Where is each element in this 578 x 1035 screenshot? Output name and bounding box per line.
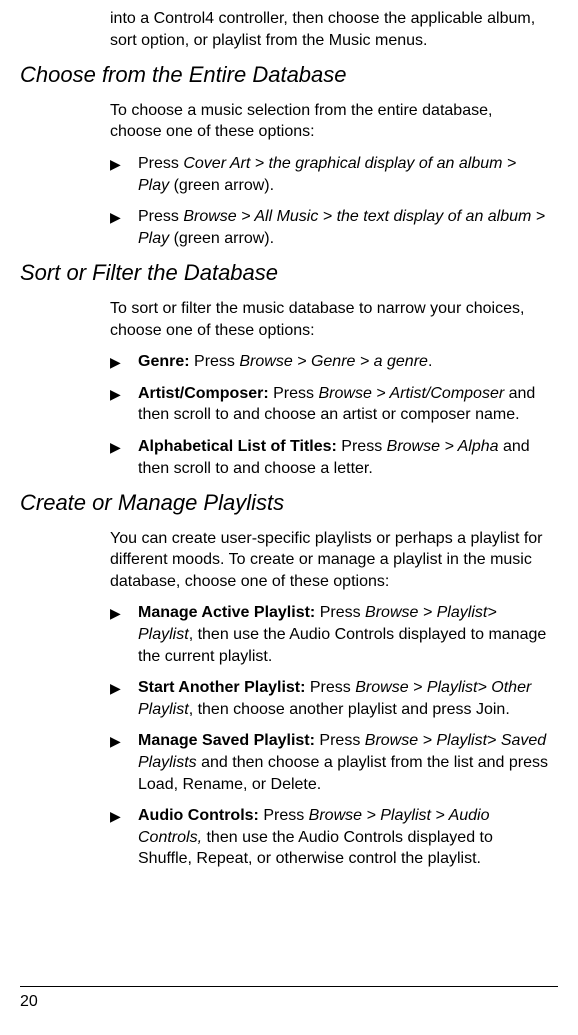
- list-item-body: Press Cover Art > the graphical display …: [138, 153, 548, 196]
- text-pre: Press: [190, 353, 240, 370]
- list-item-body: Genre: Press Browse > Genre > a genre.: [138, 351, 548, 373]
- lead-choose-database: To choose a music selection from the ent…: [110, 100, 548, 143]
- triangle-bullet-icon: ▶: [110, 436, 138, 458]
- text-post: , then choose another playlist and press…: [189, 701, 510, 718]
- page-footer: 20: [0, 986, 578, 1011]
- list-item-body: Audio Controls: Press Browse > Playlist …: [138, 805, 548, 870]
- menu-path: Browse > Genre > a genre: [239, 353, 428, 370]
- text-pre: Press: [315, 604, 365, 621]
- text-pre: Press: [138, 155, 183, 172]
- text-post: (green arrow).: [169, 230, 274, 247]
- heading-sort-filter: Sort or Filter the Database: [20, 259, 558, 288]
- triangle-bullet-icon: ▶: [110, 383, 138, 405]
- text-pre: Press: [269, 385, 319, 402]
- menu-path: Browse > Artist/Composer: [318, 385, 504, 402]
- item-label: Alphabetical List of Titles:: [138, 438, 337, 455]
- text-post: (green arrow).: [169, 177, 274, 194]
- list-item-body: Artist/Composer: Press Browse > Artist/C…: [138, 383, 548, 426]
- triangle-bullet-icon: ▶: [110, 805, 138, 827]
- list-item: ▶ Artist/Composer: Press Browse > Artist…: [110, 383, 548, 426]
- list-item: ▶ Alphabetical List of Titles: Press Bro…: [110, 436, 548, 479]
- triangle-bullet-icon: ▶: [110, 677, 138, 699]
- list-item: ▶ Manage Saved Playlist: Press Browse > …: [110, 730, 548, 795]
- list-item: ▶ Audio Controls: Press Browse > Playlis…: [110, 805, 548, 870]
- list-item-body: Start Another Playlist: Press Browse > P…: [138, 677, 548, 720]
- text-pre: Press: [138, 208, 183, 225]
- triangle-bullet-icon: ▶: [110, 602, 138, 624]
- text-pre: Press: [259, 807, 309, 824]
- list-item-body: Manage Saved Playlist: Press Browse > Pl…: [138, 730, 548, 795]
- text-post: and then choose a playlist from the list…: [138, 754, 548, 793]
- item-label: Manage Active Playlist:: [138, 604, 315, 621]
- list-item: ▶ Start Another Playlist: Press Browse >…: [110, 677, 548, 720]
- list-item-body: Manage Active Playlist: Press Browse > P…: [138, 602, 548, 667]
- list-item-body: Alphabetical List of Titles: Press Brows…: [138, 436, 548, 479]
- list-choose-database: ▶ Press Cover Art > the graphical displa…: [110, 153, 548, 249]
- item-label: Start Another Playlist:: [138, 679, 305, 696]
- item-label: Manage Saved Playlist:: [138, 732, 315, 749]
- menu-path: Browse > Alpha: [387, 438, 499, 455]
- lead-playlists: You can create user-specific playlists o…: [110, 528, 548, 593]
- list-sort-filter: ▶ Genre: Press Browse > Genre > a genre.…: [110, 351, 548, 479]
- triangle-bullet-icon: ▶: [110, 730, 138, 752]
- text-post: , then use the Audio Controls displayed …: [138, 626, 546, 665]
- triangle-bullet-icon: ▶: [110, 206, 138, 228]
- heading-playlists: Create or Manage Playlists: [20, 489, 558, 518]
- footer-rule: [20, 986, 558, 987]
- list-item: ▶ Press Cover Art > the graphical displa…: [110, 153, 548, 196]
- triangle-bullet-icon: ▶: [110, 153, 138, 175]
- triangle-bullet-icon: ▶: [110, 351, 138, 373]
- item-label: Artist/Composer:: [138, 385, 269, 402]
- page-number: 20: [20, 993, 558, 1011]
- list-playlists: ▶ Manage Active Playlist: Press Browse >…: [110, 602, 548, 870]
- text-post: .: [428, 353, 432, 370]
- heading-choose-database: Choose from the Entire Database: [20, 61, 558, 90]
- intro-continuation-paragraph: into a Control4 controller, then choose …: [110, 8, 548, 51]
- item-label: Genre:: [138, 353, 190, 370]
- item-label: Audio Controls:: [138, 807, 259, 824]
- list-item: ▶ Genre: Press Browse > Genre > a genre.: [110, 351, 548, 373]
- text-pre: Press: [305, 679, 355, 696]
- list-item: ▶ Manage Active Playlist: Press Browse >…: [110, 602, 548, 667]
- text-pre: Press: [337, 438, 387, 455]
- list-item-body: Press Browse > All Music > the text disp…: [138, 206, 548, 249]
- lead-sort-filter: To sort or filter the music database to …: [110, 298, 548, 341]
- text-pre: Press: [315, 732, 365, 749]
- list-item: ▶ Press Browse > All Music > the text di…: [110, 206, 548, 249]
